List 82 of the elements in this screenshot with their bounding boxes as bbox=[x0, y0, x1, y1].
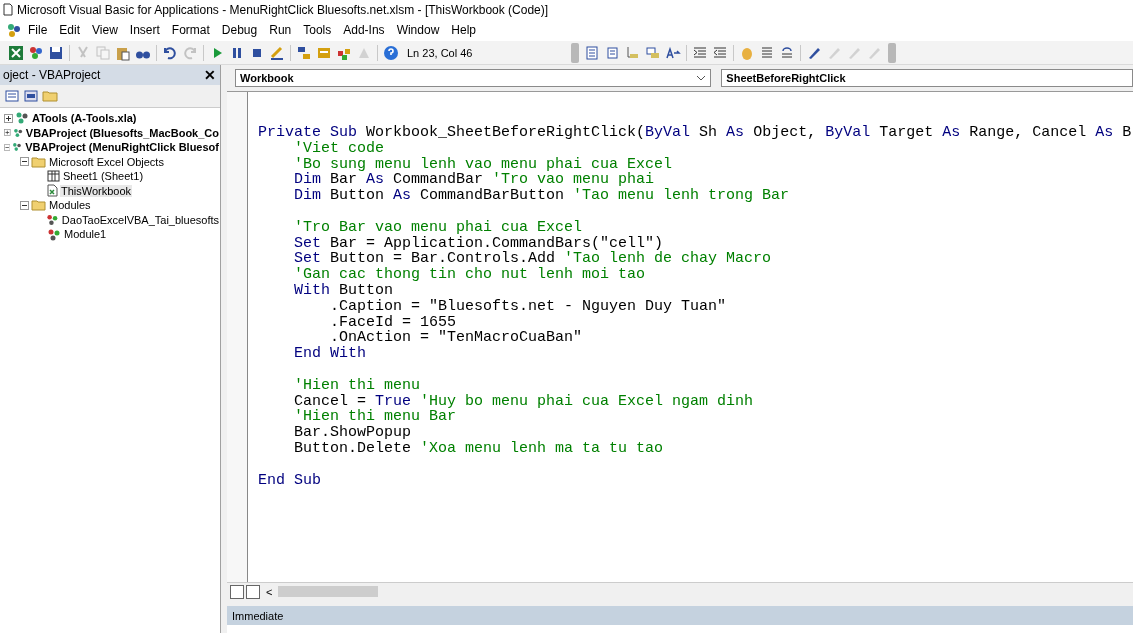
help-icon[interactable] bbox=[383, 44, 399, 61]
comment-block-icon[interactable] bbox=[759, 44, 775, 61]
code-line: Cancel = True 'Huy bo menu phai cua Excel ngam dinh bbox=[293, 393, 755, 410]
code-line: Dim Button As CommandBarButton 'Tao menu lenh trong Bar bbox=[293, 188, 791, 204]
code-line: Dim Bar As CommandBar 'Tro vao menu phai bbox=[293, 172, 656, 189]
code-line: 'Tro Bar vao menu phai cua Excel bbox=[293, 219, 584, 236]
expand-toggle[interactable] bbox=[4, 128, 11, 138]
tree-item[interactable]: Microsoft Excel Objects bbox=[48, 155, 165, 168]
menu-item[interactable]: Debug bbox=[215, 21, 264, 39]
project-icon bbox=[15, 111, 29, 126]
tree-item[interactable]: Module1 bbox=[63, 228, 108, 241]
procedure-view-button[interactable] bbox=[230, 584, 244, 599]
sheet-icon bbox=[47, 170, 60, 183]
view-object-icon[interactable] bbox=[23, 88, 39, 104]
window-title: Microsoft Visual Basic for Applications - MenuRightClick Bluesofts.net.xlsm - [ThisWorkbook (Code)] bbox=[17, 2, 549, 17]
menu-item[interactable]: Insert bbox=[123, 21, 166, 39]
tree-item[interactable]: DaoTaoExcelVBA_Tai_bluesofts bbox=[60, 213, 220, 226]
close-button[interactable]: ✕ bbox=[200, 66, 220, 84]
menu-item[interactable]: File bbox=[22, 21, 54, 39]
undo-icon[interactable] bbox=[162, 44, 178, 61]
module-icon bbox=[47, 227, 61, 241]
uncomment-block-icon[interactable] bbox=[779, 44, 795, 61]
outdent-icon[interactable] bbox=[712, 44, 728, 61]
tree-item[interactable]: Modules bbox=[48, 199, 92, 212]
cursor-position: Ln 23, Col 46 bbox=[407, 46, 474, 59]
pane-title: oject - VBAProject bbox=[3, 68, 101, 82]
scrollbar-thumb[interactable] bbox=[278, 586, 379, 597]
toolbar-grip[interactable] bbox=[888, 42, 896, 63]
code-line: Set Bar = Application.CommandBars("cell") bbox=[293, 235, 664, 252]
list-icon[interactable] bbox=[605, 44, 621, 61]
code-line: .Caption = "Bluesofts.net - Nguyen Duy Tuan" bbox=[329, 298, 728, 315]
toolbar-grip[interactable] bbox=[571, 42, 579, 63]
code-line: Button.Delete 'Xoa menu lenh ma ta tu tao bbox=[293, 440, 665, 457]
code-line: .OnAction = "TenMacroCuaBan" bbox=[329, 330, 584, 347]
project-explorer-icon[interactable] bbox=[296, 44, 312, 61]
code-line: 'Hien thi menu bbox=[293, 377, 422, 394]
code-line: End Sub bbox=[258, 472, 322, 489]
code-line: 'Hien thi menu Bar bbox=[293, 409, 458, 426]
tree-item[interactable]: ThisWorkbook bbox=[60, 184, 133, 197]
info-icon[interactable] bbox=[625, 44, 641, 61]
code-line: Set Button = Bar.Controls.Add 'Tao lenh de chay Macro bbox=[293, 251, 773, 268]
folder-icon bbox=[31, 199, 46, 212]
menu-item[interactable]: Help bbox=[445, 21, 482, 39]
excel-icon[interactable] bbox=[8, 44, 24, 61]
collapse-toggle[interactable] bbox=[20, 157, 29, 167]
code-line: With Button bbox=[293, 282, 395, 299]
workbook-icon bbox=[47, 184, 58, 198]
tree-item[interactable]: Sheet1 (Sheet1) bbox=[62, 170, 145, 183]
indent-icon[interactable] bbox=[692, 44, 708, 61]
document-icon bbox=[3, 3, 13, 16]
scroll-left-button[interactable]: < bbox=[262, 585, 277, 598]
collapse-toggle[interactable] bbox=[4, 142, 11, 152]
code-line: .FaceId = 1655 bbox=[329, 314, 457, 331]
menu-item[interactable]: Run bbox=[263, 21, 298, 39]
menu-item[interactable]: Edit bbox=[53, 21, 87, 39]
list-icon[interactable] bbox=[585, 44, 601, 61]
menu-item[interactable]: Add-Ins bbox=[337, 21, 391, 39]
menu-item[interactable]: View bbox=[86, 21, 124, 39]
expand-toggle[interactable] bbox=[4, 113, 13, 123]
code-line: 'Gan cac thong tin cho nut lenh moi tao bbox=[293, 267, 647, 283]
code-line: 'Viet code bbox=[293, 140, 386, 157]
procedure-dropdown[interactable]: SheetBeforeRightClick bbox=[721, 69, 1133, 87]
folder-icon bbox=[31, 155, 46, 168]
code-line: 'Bo sung menu lenh vao menu phai cua Excel bbox=[293, 156, 674, 173]
module-icon bbox=[46, 213, 59, 227]
code-line: Private Sub Workbook_SheetBeforeRightClick(ByVal Sh As Object, ByVal Target As Range, Cancel As B bbox=[258, 125, 1132, 141]
code-line: Bar.ShowPopup bbox=[293, 425, 413, 441]
design-mode-icon[interactable] bbox=[269, 44, 285, 61]
module-view-button[interactable] bbox=[246, 584, 260, 599]
menu-item[interactable]: Format bbox=[165, 21, 216, 39]
code-line: End With bbox=[293, 346, 368, 362]
menu-item[interactable]: Window bbox=[390, 21, 446, 39]
collapse-toggle[interactable] bbox=[20, 200, 29, 210]
tree-item[interactable]: VBAProject (Bluesofts_MacBook_Co bbox=[24, 126, 220, 139]
tree-item[interactable]: VBAProject (MenuRightClick Bluesof bbox=[24, 141, 220, 154]
object-dropdown[interactable]: Workbook bbox=[235, 69, 712, 87]
chevron-down-icon bbox=[696, 75, 707, 81]
menu-item[interactable]: Tools bbox=[297, 21, 338, 39]
vba-icon[interactable] bbox=[6, 22, 22, 38]
tree-item[interactable]: ATools (A-Tools.xla) bbox=[31, 112, 138, 125]
pane-title: Immediate bbox=[232, 609, 284, 622]
save-icon[interactable] bbox=[48, 44, 64, 61]
